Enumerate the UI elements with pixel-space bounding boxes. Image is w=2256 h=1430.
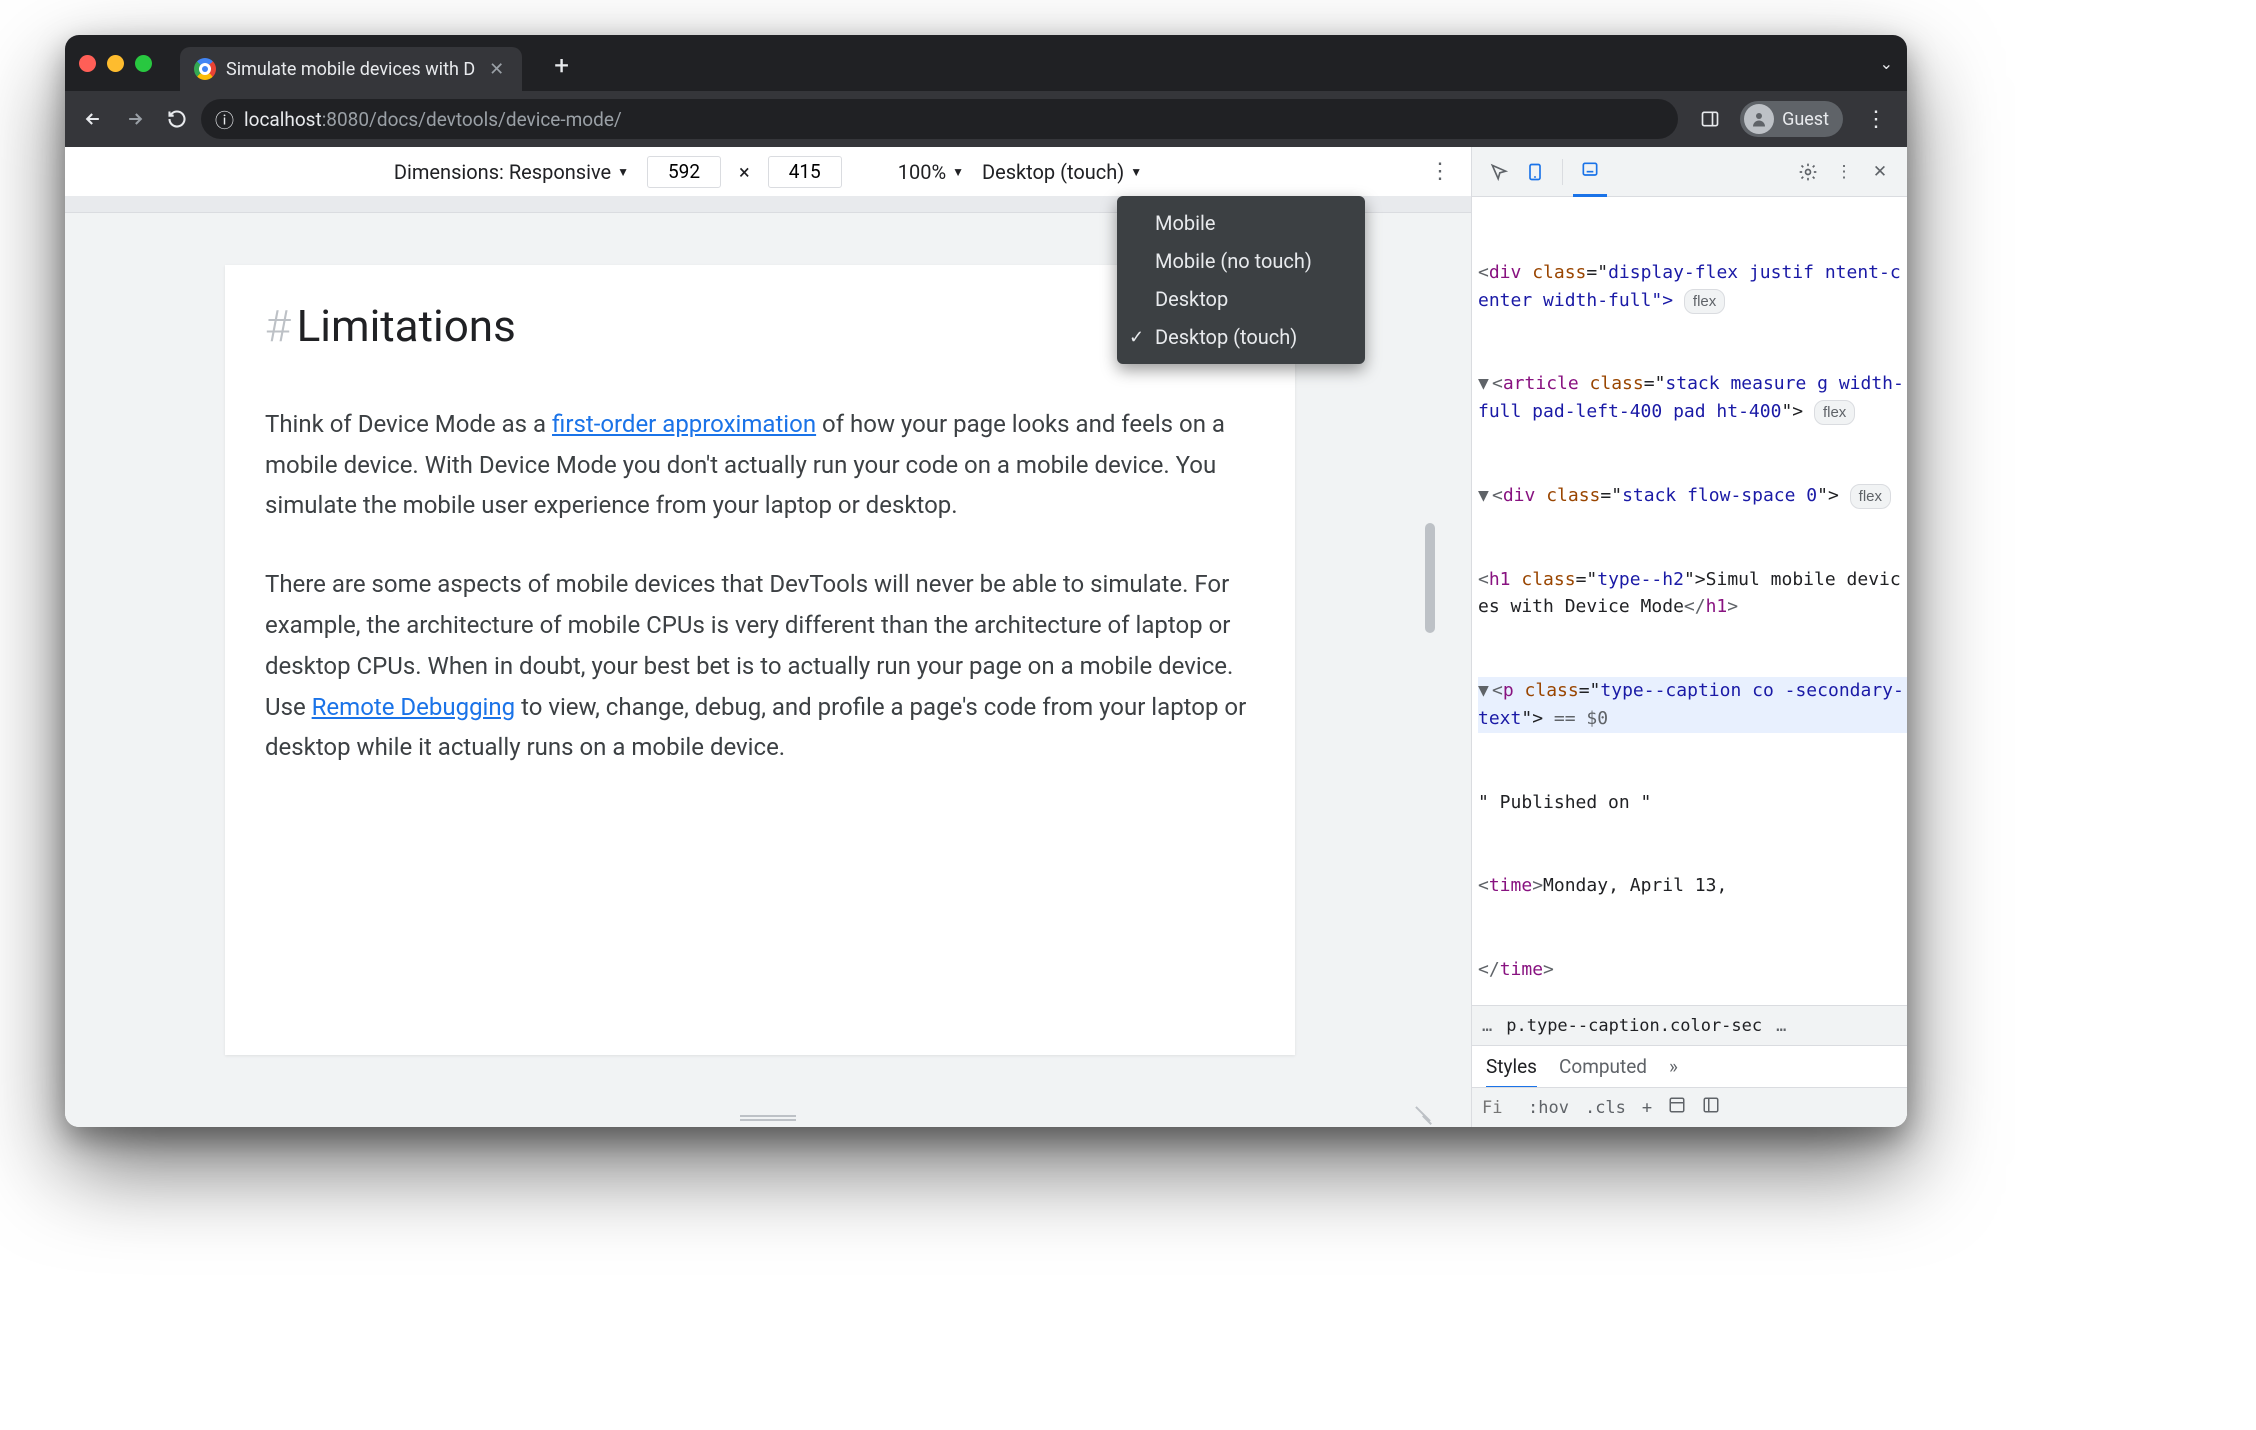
content-area: Dimensions: Responsive ▼ × 100% ▼ Deskto… — [65, 147, 1907, 1127]
devtools-panel: ⋮ ✕ <div class="display-flex justif nten… — [1472, 147, 1907, 1127]
tab-title: Simulate mobile devices with D — [226, 59, 475, 80]
forward-button[interactable] — [117, 101, 153, 137]
dimensions-label: Dimensions: Responsive — [394, 160, 611, 184]
device-toolbar-menu-button[interactable]: ⋮ — [1429, 159, 1451, 184]
tab-styles[interactable]: Styles — [1486, 1044, 1537, 1089]
crumb-more[interactable]: … — [1776, 1016, 1786, 1036]
close-tab-button[interactable]: ✕ — [485, 59, 508, 80]
cls-button[interactable]: .cls — [1585, 1098, 1626, 1118]
profile-button[interactable]: Guest — [1740, 101, 1843, 137]
tab-computed[interactable]: Computed — [1559, 1055, 1647, 1078]
side-panel-button[interactable] — [1692, 101, 1728, 137]
crumb-active[interactable]: p.type--caption.color-sec — [1506, 1016, 1762, 1036]
breadcrumb[interactable]: … p.type--caption.color-sec … — [1472, 1005, 1907, 1045]
menu-item-desktop-touch[interactable]: ✓Desktop (touch) — [1117, 318, 1365, 356]
avatar-icon — [1744, 104, 1774, 134]
styles-filter-input[interactable] — [1482, 1098, 1512, 1118]
elements-tab-icon[interactable] — [1573, 147, 1607, 197]
new-style-rule-button[interactable]: + — [1642, 1098, 1652, 1118]
computed-styles-sidebar-button[interactable] — [1668, 1096, 1686, 1119]
device-type-dropdown[interactable]: Desktop (touch) ▼ — [982, 160, 1142, 184]
check-icon: ✓ — [1129, 327, 1144, 348]
window-controls — [79, 55, 152, 72]
url-text: localhost:8080/docs/devtools/device-mode… — [244, 108, 622, 131]
rendering-emulations-button[interactable] — [1702, 1096, 1720, 1119]
chevron-down-icon: ▼ — [1130, 165, 1142, 179]
minimize-window-button[interactable] — [107, 55, 124, 72]
crumb-more[interactable]: … — [1482, 1016, 1492, 1036]
rendered-page[interactable]: #Limitations Think of Device Mode as a f… — [225, 265, 1295, 1055]
site-info-icon[interactable]: ⓘ — [215, 106, 234, 133]
tab-list-button[interactable]: ⌄ — [1880, 54, 1893, 73]
maximize-window-button[interactable] — [135, 55, 152, 72]
devtools-menu-button[interactable]: ⋮ — [1827, 155, 1861, 189]
styles-filter-bar: :hov .cls + — [1472, 1087, 1907, 1127]
tab-more[interactable]: » — [1669, 1055, 1678, 1078]
address-bar[interactable]: ⓘ localhost:8080/docs/devtools/device-mo… — [201, 99, 1678, 139]
device-type-menu: Mobile Mobile (no touch) Desktop ✓Deskto… — [1117, 196, 1365, 364]
device-type-label: Desktop (touch) — [982, 160, 1124, 184]
resize-handle-corner[interactable] — [1413, 1101, 1433, 1121]
menu-item-desktop[interactable]: Desktop — [1117, 280, 1365, 318]
link-first-order[interactable]: first-order approximation — [552, 410, 816, 438]
page-paragraph: Think of Device Mode as a first-order ap… — [265, 404, 1255, 526]
resize-handle-horizontal[interactable] — [740, 1115, 796, 1121]
devtools-toolbar: ⋮ ✕ — [1472, 147, 1907, 197]
chevron-down-icon: ▼ — [617, 165, 629, 179]
profile-label: Guest — [1782, 109, 1829, 130]
scrollbar-thumb[interactable] — [1425, 523, 1435, 633]
toolbar: ⓘ localhost:8080/docs/devtools/device-mo… — [65, 91, 1907, 147]
settings-button[interactable] — [1791, 155, 1825, 189]
browser-window: Simulate mobile devices with D ✕ + ⌄ ⓘ l… — [65, 35, 1907, 1127]
link-remote-debugging[interactable]: Remote Debugging — [312, 693, 515, 721]
zoom-dropdown[interactable]: 100% ▼ — [898, 160, 964, 184]
page-paragraph: There are some aspects of mobile devices… — [265, 564, 1255, 768]
chrome-menu-button[interactable]: ⋮ — [1855, 107, 1897, 132]
reload-button[interactable] — [159, 101, 195, 137]
selected-dom-node[interactable]: ▼<p class="type--caption co -secondary-t… — [1478, 677, 1907, 733]
new-tab-button[interactable]: + — [554, 51, 569, 81]
close-window-button[interactable] — [79, 55, 96, 72]
hash-icon: # — [265, 300, 291, 352]
dimensions-dropdown[interactable]: Dimensions: Responsive ▼ — [394, 160, 629, 184]
back-button[interactable] — [75, 101, 111, 137]
hov-button[interactable]: :hov — [1528, 1098, 1569, 1118]
menu-item-mobile-no-touch[interactable]: Mobile (no touch) — [1117, 242, 1365, 280]
close-devtools-button[interactable]: ✕ — [1863, 155, 1897, 189]
styles-tabs: Styles Computed » — [1472, 1045, 1907, 1087]
elements-tree[interactable]: <div class="display-flex justif ntent-ce… — [1472, 197, 1907, 1005]
width-input[interactable] — [647, 156, 721, 188]
page-heading: #Limitations — [265, 289, 1255, 364]
times-label: × — [739, 160, 750, 184]
toggle-device-toolbar-button[interactable] — [1518, 155, 1552, 189]
zoom-label: 100% — [898, 160, 946, 184]
titlebar: Simulate mobile devices with D ✕ + ⌄ — [65, 35, 1907, 91]
chrome-favicon-icon — [194, 58, 216, 80]
device-toolbar: Dimensions: Responsive ▼ × 100% ▼ Deskto… — [65, 147, 1471, 197]
inspect-element-button[interactable] — [1482, 155, 1516, 189]
browser-tab[interactable]: Simulate mobile devices with D ✕ — [180, 47, 522, 91]
chevron-down-icon: ▼ — [952, 165, 964, 179]
height-input[interactable] — [768, 156, 842, 188]
menu-item-mobile[interactable]: Mobile — [1117, 204, 1365, 242]
